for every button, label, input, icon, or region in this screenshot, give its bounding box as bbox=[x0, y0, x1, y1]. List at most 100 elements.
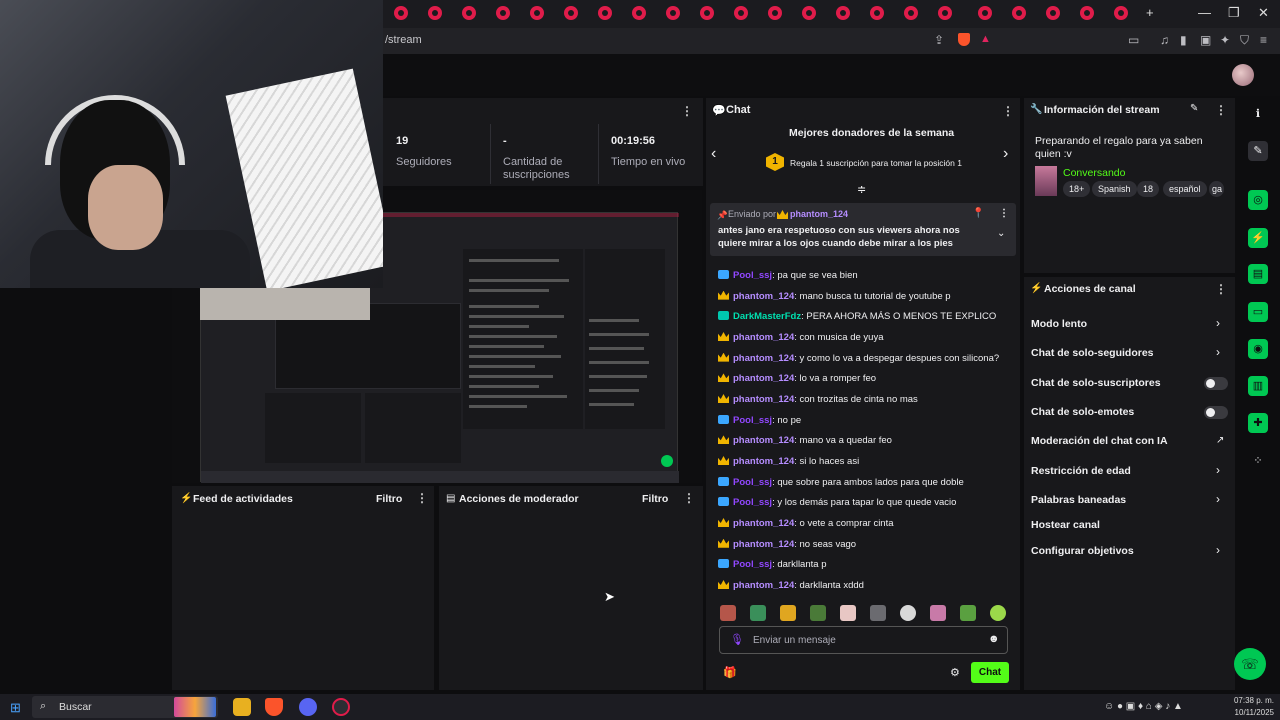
browser-tab[interactable] bbox=[496, 6, 510, 20]
chat-username[interactable]: phantom_124 bbox=[733, 291, 794, 302]
emote-icon[interactable] bbox=[960, 605, 976, 621]
new-tab-button[interactable]: + bbox=[1146, 5, 1154, 20]
info-icon[interactable]: ℹ bbox=[1248, 104, 1268, 124]
browser-tab[interactable] bbox=[904, 6, 918, 20]
browser-tab[interactable] bbox=[632, 6, 646, 20]
browser-tab[interactable] bbox=[462, 6, 476, 20]
kebab-icon[interactable]: ⋮ bbox=[1215, 282, 1227, 296]
microphone-icon[interactable]: 🎙 bbox=[730, 633, 744, 646]
kebab-icon[interactable]: ⋮ bbox=[1002, 104, 1014, 118]
category-name[interactable]: Conversando bbox=[1063, 167, 1125, 179]
emote-icon[interactable] bbox=[990, 605, 1006, 621]
chat-input-box[interactable]: 🎙 Enviar un mensaje ☻ bbox=[719, 626, 1008, 654]
chat-bubble-icon[interactable]: ▭ bbox=[1248, 302, 1268, 322]
leo-ai-icon[interactable]: ✦ bbox=[1220, 33, 1230, 47]
chevron-right-icon[interactable]: › bbox=[1216, 463, 1220, 477]
wrench-icon[interactable]: ✚ bbox=[1248, 413, 1268, 433]
target-icon[interactable]: ◎ bbox=[1248, 190, 1268, 210]
brave-browser-icon[interactable] bbox=[265, 698, 283, 716]
chevron-right-icon[interactable]: › bbox=[1216, 316, 1220, 330]
external-link-icon[interactable]: ↗ bbox=[1216, 435, 1224, 446]
taskbar-search[interactable]: ⌕ Buscar bbox=[32, 696, 218, 718]
kebab-icon[interactable]: ⋮ bbox=[683, 491, 695, 505]
chat-username[interactable]: phantom_124 bbox=[733, 539, 794, 550]
brave-shields-icon[interactable] bbox=[958, 33, 970, 46]
browser-tab[interactable] bbox=[802, 6, 816, 20]
chevron-right-icon[interactable]: › bbox=[1003, 145, 1008, 163]
emote-icon[interactable] bbox=[930, 605, 946, 621]
browser-tab[interactable] bbox=[1114, 6, 1128, 20]
followers-only-row[interactable]: Chat de solo-seguidores bbox=[1031, 347, 1154, 359]
chevron-right-icon[interactable]: › bbox=[1216, 345, 1220, 359]
age-restriction-row[interactable]: Restricción de edad bbox=[1031, 465, 1131, 477]
chat-username[interactable]: DarkMasterFdz bbox=[733, 311, 801, 322]
bolt-icon[interactable]: ⚡ bbox=[1248, 228, 1268, 248]
browser-tab[interactable] bbox=[870, 6, 884, 20]
kebab-icon[interactable]: ⋮ bbox=[1215, 103, 1227, 117]
pinned-user[interactable]: phantom_124 bbox=[790, 209, 848, 219]
browser-tab[interactable] bbox=[836, 6, 850, 20]
avatar[interactable] bbox=[1232, 64, 1254, 86]
layout-icon[interactable]: ▥ bbox=[1248, 376, 1268, 396]
browser-tab[interactable] bbox=[598, 6, 612, 20]
minimize-button[interactable]: — bbox=[1198, 5, 1211, 20]
obs-icon[interactable] bbox=[332, 698, 350, 716]
windows-start-icon[interactable]: ⊞ bbox=[10, 700, 21, 716]
set-goals-row[interactable]: Configurar objetivos bbox=[1031, 545, 1134, 557]
chat-username[interactable]: Pool_ssj bbox=[733, 415, 772, 426]
browser-tab[interactable] bbox=[734, 6, 748, 20]
browser-tab[interactable] bbox=[1012, 6, 1026, 20]
apps-icon[interactable]: ⁘ bbox=[1248, 451, 1268, 471]
document-icon[interactable]: ▤ bbox=[1248, 264, 1268, 284]
browser-tab[interactable] bbox=[564, 6, 578, 20]
gear-icon[interactable]: ⚙ bbox=[950, 666, 960, 679]
unpin-icon[interactable]: 📍 bbox=[972, 208, 984, 219]
emoji-icon[interactable]: ☻ bbox=[988, 633, 1000, 645]
banned-words-row[interactable]: Palabras baneadas bbox=[1031, 494, 1126, 506]
edit-icon[interactable]: ✎ bbox=[1190, 103, 1198, 114]
chevron-down-icon[interactable]: ⌄ bbox=[997, 228, 1005, 239]
discord-icon[interactable] bbox=[299, 698, 317, 716]
vpn-icon[interactable]: ⛉ bbox=[1240, 33, 1249, 48]
browser-tab[interactable] bbox=[666, 6, 680, 20]
chevron-right-icon[interactable]: › bbox=[1216, 543, 1220, 557]
browser-tab[interactable] bbox=[978, 6, 992, 20]
emote-icon[interactable] bbox=[780, 605, 796, 621]
filter-button[interactable]: Filtro bbox=[376, 493, 402, 505]
share-icon[interactable]: ⇪ bbox=[934, 33, 944, 47]
wallet-icon[interactable]: ▣ bbox=[1200, 33, 1211, 47]
ai-moderation-row[interactable]: Moderación del chat con IA bbox=[1031, 435, 1168, 447]
edit-icon[interactable]: ✎ bbox=[1248, 141, 1268, 161]
chat-username[interactable]: phantom_124 bbox=[733, 435, 794, 446]
browser-tab[interactable] bbox=[530, 6, 544, 20]
chat-username[interactable]: phantom_124 bbox=[733, 394, 794, 405]
browser-tab[interactable] bbox=[1080, 6, 1094, 20]
slow-mode-row[interactable]: Modo lento bbox=[1031, 318, 1087, 330]
subscribers-only-toggle[interactable] bbox=[1204, 377, 1228, 390]
gift-icon[interactable]: 🎁 bbox=[723, 666, 737, 679]
chat-username[interactable]: phantom_124 bbox=[733, 373, 794, 384]
broadcast-icon[interactable]: ◉ bbox=[1248, 339, 1268, 359]
browser-tab[interactable] bbox=[700, 6, 714, 20]
chevron-right-icon[interactable]: › bbox=[1216, 492, 1220, 506]
tray-icons[interactable]: ☺ ● ▣ ♦ ⌂ ◈ ♪ ▲ bbox=[1104, 701, 1183, 712]
emote-icon[interactable] bbox=[870, 605, 886, 621]
address-bar[interactable]: /stream bbox=[385, 34, 422, 46]
host-channel-row[interactable]: Hostear canal bbox=[1031, 519, 1100, 531]
tab-search-icon[interactable]: ▭ bbox=[1128, 33, 1139, 47]
emote-icon[interactable] bbox=[720, 605, 736, 621]
file-explorer-icon[interactable] bbox=[233, 698, 251, 716]
kebab-icon[interactable]: ⋮ bbox=[416, 491, 428, 505]
chat-username[interactable]: Pool_ssj bbox=[733, 477, 772, 488]
chat-username[interactable]: phantom_124 bbox=[733, 353, 794, 364]
emote-icon[interactable] bbox=[750, 605, 766, 621]
support-button[interactable]: ☏ bbox=[1234, 648, 1266, 680]
chat-username[interactable]: Pool_ssj bbox=[733, 559, 772, 570]
menu-icon[interactable]: ≡ bbox=[1260, 33, 1267, 47]
chat-username[interactable]: phantom_124 bbox=[733, 580, 794, 591]
sidebar-icon[interactable]: ▮ bbox=[1180, 33, 1187, 47]
chat-username[interactable]: Pool_ssj bbox=[733, 497, 772, 508]
browser-tab[interactable] bbox=[428, 6, 442, 20]
music-icon[interactable]: ♫ bbox=[1160, 33, 1169, 47]
kebab-icon[interactable]: ⋮ bbox=[681, 104, 693, 118]
